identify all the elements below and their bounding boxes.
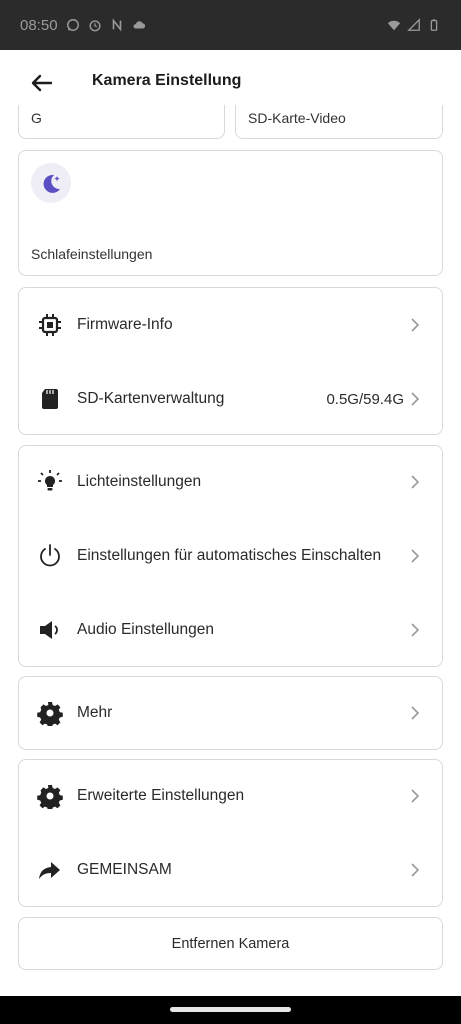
feature-tile-left[interactable]: G <box>18 105 225 139</box>
system-nav-bar <box>0 996 461 1024</box>
chevron-right-icon <box>411 623 420 637</box>
sleep-settings-label: Schlafeinstellungen <box>31 246 153 262</box>
device-settings-group: Lichteinstellungen Einstellungen für aut… <box>18 445 443 667</box>
feature-tile-sd-video[interactable]: SD-Karte-Video <box>235 105 443 139</box>
auto-power-on-row[interactable]: Einstellungen für automatisches Einschal… <box>19 526 442 586</box>
sleep-icon-badge <box>31 163 71 203</box>
settings-list[interactable]: G SD-Karte-Video Schlafeinstellungen Fir… <box>0 105 461 995</box>
status-bar: 08:50 <box>0 0 461 50</box>
gear-icon <box>37 700 63 726</box>
gear-icon <box>37 783 63 809</box>
feature-tile-left-label: G <box>31 110 42 126</box>
speaker-icon <box>37 617 63 643</box>
chip-icon <box>37 312 63 338</box>
share-label: GEMEINSAM <box>77 861 172 878</box>
advanced-settings-row[interactable]: Erweiterte Einstellungen <box>19 766 442 826</box>
moon-icon <box>43 174 60 193</box>
more-group: Mehr <box>18 676 443 750</box>
more-row[interactable]: Mehr <box>19 683 442 743</box>
cloud-icon <box>133 21 145 29</box>
status-left: 08:50 <box>20 17 146 34</box>
page-title: Kamera Einstellung <box>92 72 242 89</box>
chevron-right-icon <box>411 706 420 720</box>
sleep-settings-card[interactable]: Schlafeinstellungen <box>18 150 443 276</box>
share-icon <box>37 857 63 883</box>
advanced-group: Erweiterte Einstellungen GEMEINSAM <box>18 759 443 907</box>
battery-icon <box>430 19 438 31</box>
advanced-settings-label: Erweiterte Einstellungen <box>77 787 245 804</box>
sd-card-management-label: SD-Kartenverwaltung <box>77 390 225 407</box>
sd-card-storage-value: 0.5G/59.4G <box>326 390 404 408</box>
device-info-group: Firmware-Info SD-Kartenverwaltung 0.5G/5… <box>18 287 443 435</box>
chevron-right-icon <box>411 475 420 489</box>
firmware-info-label: Firmware-Info <box>77 316 173 333</box>
chevron-right-icon <box>411 863 420 877</box>
whatsapp-icon <box>66 19 79 31</box>
remove-camera-button[interactable]: Entfernen Kamera <box>18 917 443 970</box>
more-label: Mehr <box>77 704 113 721</box>
chevron-right-icon <box>411 549 420 563</box>
chevron-right-icon <box>411 318 420 332</box>
sd-card-icon <box>37 386 63 412</box>
audio-settings-label: Audio Einstellungen <box>77 621 215 638</box>
light-settings-row[interactable]: Lichteinstellungen <box>19 452 442 512</box>
light-settings-label: Lichteinstellungen <box>77 473 202 490</box>
firmware-info-row[interactable]: Firmware-Info <box>19 295 442 355</box>
audio-settings-row[interactable]: Audio Einstellungen <box>19 600 442 660</box>
auto-power-on-label: Einstellungen für automatisches Einschal… <box>77 547 382 564</box>
back-arrow-icon[interactable] <box>30 72 54 94</box>
alarm-icon <box>89 20 101 32</box>
share-row[interactable]: GEMEINSAM <box>19 840 442 900</box>
chevron-right-icon <box>411 789 420 803</box>
wifi-icon <box>387 20 401 31</box>
signal-icon <box>407 18 420 31</box>
lightbulb-icon <box>37 469 63 495</box>
n-icon <box>112 18 121 32</box>
chevron-right-icon <box>411 392 420 406</box>
feature-tile-sd-video-label: SD-Karte-Video <box>248 110 346 126</box>
sd-card-management-row[interactable]: SD-Kartenverwaltung 0.5G/59.4G <box>19 369 442 429</box>
status-right <box>387 18 441 32</box>
power-icon <box>37 543 63 569</box>
home-gesture-handle[interactable] <box>170 1007 291 1012</box>
status-time: 08:50 <box>20 16 58 34</box>
